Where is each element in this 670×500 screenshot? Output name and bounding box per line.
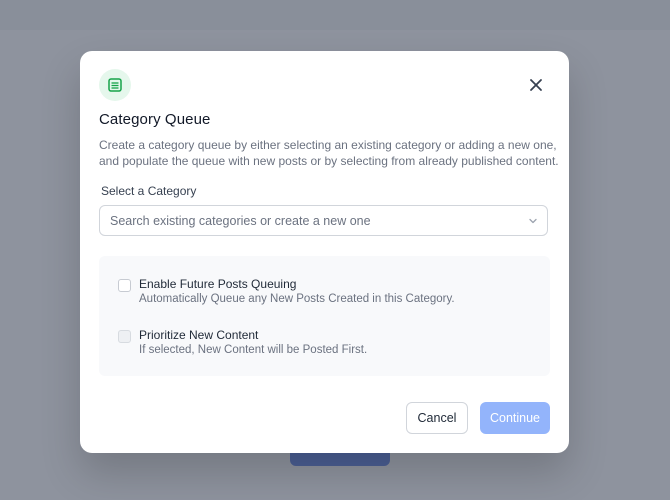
modal-description: Create a category queue by either select… — [99, 138, 559, 168]
list-icon — [99, 69, 131, 101]
option-title: Prioritize New Content — [139, 328, 259, 342]
continue-button[interactable]: Continue — [480, 402, 550, 434]
queue-options-panel: Enable Future Posts Queuing Automaticall… — [99, 256, 550, 376]
option-title: Enable Future Posts Queuing — [139, 277, 297, 291]
close-button[interactable] — [524, 73, 548, 97]
category-select-placeholder: Search existing categories or create a n… — [110, 214, 371, 228]
option-subtitle: Automatically Queue any New Posts Create… — [139, 293, 455, 305]
category-select[interactable]: Search existing categories or create a n… — [99, 205, 548, 236]
close-icon — [530, 79, 542, 91]
category-field-label: Select a Category — [101, 184, 197, 198]
chevron-down-icon — [529, 218, 537, 224]
modal-title: Category Queue — [99, 111, 211, 128]
prioritize-new-checkbox[interactable] — [118, 330, 131, 343]
option-subtitle: If selected, New Content will be Posted … — [139, 344, 368, 356]
category-queue-modal: Category Queue Create a category queue b… — [80, 51, 569, 453]
cancel-button[interactable]: Cancel — [406, 402, 468, 434]
future-posts-checkbox[interactable] — [118, 279, 131, 292]
